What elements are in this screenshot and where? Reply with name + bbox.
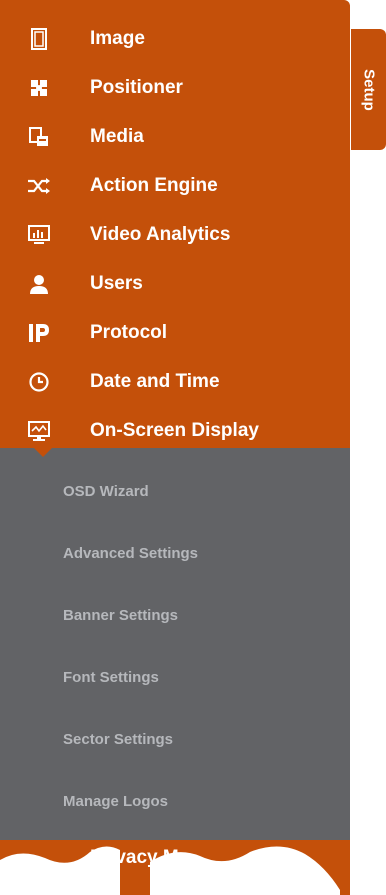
monitor-icon xyxy=(26,418,52,444)
menu-item-protocol[interactable]: Protocol xyxy=(0,308,350,357)
analytics-icon xyxy=(26,222,52,248)
menu-item-date-time[interactable]: Date and Time xyxy=(0,357,350,406)
film-icon xyxy=(26,26,52,52)
menu-item-label: On-Screen Display xyxy=(90,419,259,441)
menu-item-label: Users xyxy=(90,272,143,294)
positioner-icon xyxy=(26,75,52,101)
submenu-item-banner-settings[interactable]: Banner Settings xyxy=(0,584,350,646)
submenu-item-label: OSD Wizard xyxy=(63,482,149,500)
submenu-item-label: Font Settings xyxy=(63,668,159,686)
setup-tab[interactable]: Setup xyxy=(351,29,386,150)
submenu-item-label: Manage Logos xyxy=(63,792,169,810)
menu-item-label: Action Engine xyxy=(90,174,218,196)
submenu-item-osd-wizard[interactable]: OSD Wizard xyxy=(0,460,350,522)
main-menu-panel: Image Positioner Media Action Engine Vid… xyxy=(0,0,350,448)
osd-submenu: OSD Wizard Advanced Settings Banner Sett… xyxy=(0,448,350,840)
submenu-item-font-settings[interactable]: Font Settings xyxy=(0,646,350,708)
torn-edge xyxy=(0,846,340,895)
shuffle-icon xyxy=(26,173,52,199)
menu-item-positioner[interactable]: Positioner xyxy=(0,63,350,112)
user-icon xyxy=(26,271,52,297)
settings-menu: Image Positioner Media Action Engine Vid… xyxy=(0,0,350,895)
active-item-pointer xyxy=(34,448,52,457)
menu-item-action-engine[interactable]: Action Engine xyxy=(0,161,350,210)
submenu-item-label: Sector Settings xyxy=(63,730,174,748)
submenu-item-label: Banner Settings xyxy=(63,606,179,624)
menu-item-label: Image xyxy=(90,27,145,49)
media-icon xyxy=(26,124,52,150)
submenu-item-sector-settings[interactable]: Sector Settings xyxy=(0,708,350,770)
menu-item-video-analytics[interactable]: Video Analytics xyxy=(0,210,350,259)
submenu-item-advanced-settings[interactable]: Advanced Settings xyxy=(0,522,350,584)
menu-item-label: Date and Time xyxy=(90,370,220,392)
menu-item-media[interactable]: Media xyxy=(0,112,350,161)
ip-icon xyxy=(26,320,52,346)
menu-item-image[interactable]: Image xyxy=(0,14,350,63)
setup-tab-label: Setup xyxy=(360,68,377,111)
submenu-item-manage-logos[interactable]: Manage Logos xyxy=(0,770,350,832)
menu-item-label: Video Analytics xyxy=(90,223,231,245)
menu-item-label: Protocol xyxy=(90,321,168,343)
menu-item-users[interactable]: Users xyxy=(0,259,350,308)
menu-item-label: Positioner xyxy=(90,76,183,98)
clock-icon xyxy=(26,369,52,395)
submenu-item-label: Advanced Settings xyxy=(63,544,199,562)
menu-item-label: Media xyxy=(90,125,144,147)
